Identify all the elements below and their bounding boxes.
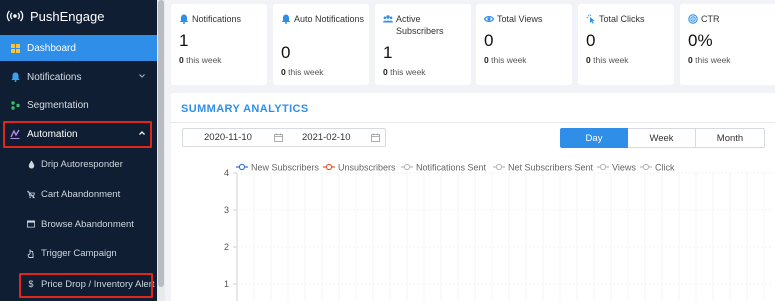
brand[interactable]: PushEngage [6, 6, 104, 26]
stat-week: 0 this week [688, 55, 731, 65]
sidebar-subitem-browse-abandonment[interactable]: Browse Abandonment [0, 211, 157, 237]
sidebar-subitem-label: Drip Autoresponder [41, 158, 123, 170]
stat-label: Total Views [497, 14, 543, 24]
legend-label: Unsubscribers [338, 163, 396, 173]
stat-card-active-subscribers: Active Subscribers 1 0 this week [375, 4, 471, 85]
sidebar-subitem-trigger-campaign[interactable]: Trigger Campaign [0, 240, 157, 266]
sidebar-subitem-cart-abandonment[interactable]: Cart Abandonment [0, 181, 157, 207]
click-icon [586, 14, 595, 24]
cart-off-icon [27, 190, 35, 199]
bell-icon [179, 14, 189, 24]
stat-label: Auto Notifications [294, 14, 365, 24]
legend-marker-dot [325, 163, 333, 171]
sidebar-subitem-label: Browse Abandonment [41, 218, 134, 230]
sidebar-item-label: Notifications [27, 71, 82, 83]
users-icon [383, 15, 393, 23]
eye-icon [484, 16, 494, 22]
stat-week: 0 this week [383, 67, 426, 77]
y-tick-label: 1 [224, 279, 229, 289]
summary-line-chart: New Subscribers Unsubscribers Notification… [224, 163, 773, 301]
stat-card-notifications: Notifications 1 0 this week [171, 4, 267, 85]
stat-value: 1 [383, 43, 393, 62]
y-tick-label: 2 [224, 242, 229, 252]
sidebar-scrollbar[interactable] [157, 0, 165, 301]
summary-analytics-panel: SUMMARY ANALYTICS 2020-11-10 2021-02-10 … [171, 93, 775, 301]
legend-label: Notifications Sent [416, 163, 487, 173]
legend-label: Views [612, 163, 636, 173]
stat-value: 0 [281, 43, 291, 62]
sidebar-item-dashboard[interactable]: Dashboard [0, 35, 157, 61]
legend-label: Net Subscribers Sent [508, 163, 594, 173]
scrollbar-thumb[interactable] [158, 0, 164, 287]
sidebar-subitem-drip-autoresponder[interactable]: Drip Autoresponder [0, 151, 157, 177]
stat-card-auto-notifications: Auto Notifications 0 0 this week [273, 4, 369, 85]
stat-card-ctr: CTR 0% 0 this week [680, 4, 775, 85]
sidebar-subitem-label: Cart Abandonment [41, 188, 121, 200]
browser-icon [27, 220, 35, 229]
dashboard-icon [10, 43, 20, 53]
legend-marker-dot [642, 163, 650, 171]
stat-week: 0 this week [586, 55, 629, 65]
sidebar-item-label: Dashboard [27, 42, 76, 54]
stat-label: CTR [701, 14, 720, 24]
stat-week: 0 this week [281, 67, 324, 77]
broadcast-icon [6, 10, 24, 22]
stat-value: 0 [484, 31, 494, 50]
target-icon [688, 14, 698, 24]
legend-marker-dot [495, 163, 503, 171]
trigger-icon [27, 249, 35, 258]
stat-label: Total Clicks [599, 14, 645, 24]
stat-card-total-views: Total Views 0 0 this week [476, 4, 572, 85]
price-drop-highlight-box [19, 273, 153, 298]
sidebar: PushEngage Dashboard Notifications Segme… [0, 0, 157, 301]
legend-marker-dot [238, 163, 246, 171]
stat-value: 0% [688, 31, 713, 50]
legend-label: Click [655, 163, 675, 173]
legend-marker-dot [599, 163, 607, 171]
sidebar-item-label: Segmentation [27, 99, 89, 111]
y-tick-label: 3 [224, 205, 229, 215]
stat-value: 0 [586, 31, 596, 50]
sidebar-item-segmentation[interactable]: Segmentation [0, 92, 157, 118]
sidebar-item-notifications[interactable]: Notifications [0, 64, 157, 90]
stat-label: Active Subscribers [396, 14, 444, 36]
drop-icon [27, 160, 35, 169]
stat-label: Notifications [192, 14, 242, 24]
brand-name: PushEngage [30, 8, 105, 24]
stat-value: 1 [179, 31, 189, 50]
y-tick-label: 4 [224, 168, 229, 178]
stat-week: 0 this week [179, 55, 222, 65]
legend-marker-dot [403, 163, 411, 171]
chevron-down-icon [139, 74, 145, 78]
bell-auto-icon [281, 14, 291, 24]
stat-card-total-clicks: Total Clicks 0 0 this week [578, 4, 674, 85]
automation-highlight-box [3, 121, 152, 148]
segmentation-icon [10, 100, 20, 110]
sidebar-subitem-label: Trigger Campaign [41, 247, 117, 259]
stat-week: 0 this week [484, 55, 527, 65]
legend-label: New Subscribers [251, 163, 320, 173]
bell-icon [10, 72, 20, 82]
